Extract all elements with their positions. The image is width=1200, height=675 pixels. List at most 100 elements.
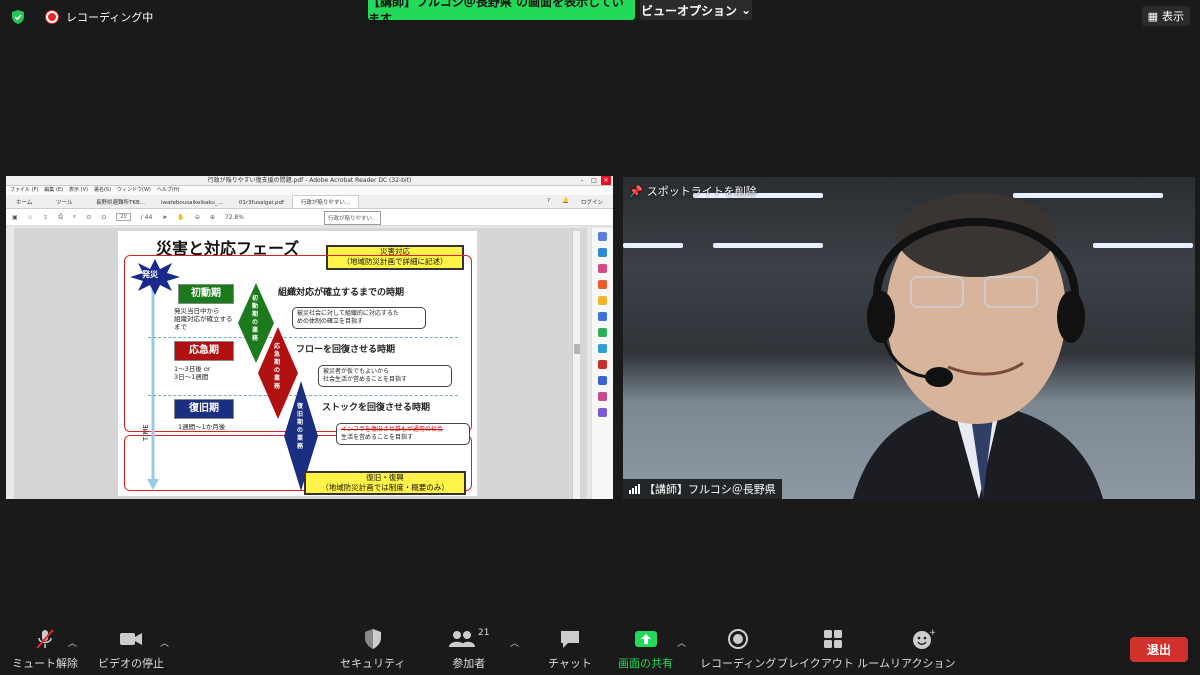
chat-button[interactable]: チャット — [548, 628, 592, 671]
video-camera-icon — [120, 633, 142, 645]
more-tools-icon[interactable] — [598, 408, 607, 417]
microphone-muted-icon — [36, 629, 54, 649]
security-shield-icon — [12, 10, 24, 24]
display-button[interactable]: ▦ 表示 — [1141, 6, 1190, 26]
participants-options-caret[interactable]: ︿ — [510, 636, 519, 649]
star-icon[interactable]: ☆ — [28, 214, 33, 221]
page-up-icon[interactable]: ⊙ — [86, 214, 91, 221]
phase3-note: インフラを復旧させ誰もが通常の社会 生活を営めることを目指す — [336, 423, 470, 445]
login-link[interactable]: ログイン — [581, 198, 603, 206]
security-button[interactable]: セキュリティ — [340, 628, 405, 671]
menu-view[interactable]: 表示 (V) — [69, 186, 88, 195]
scrollbar-thumb[interactable] — [574, 344, 580, 354]
scan-icon[interactable] — [598, 344, 607, 353]
participants-button[interactable]: 21 参加者 — [448, 628, 489, 671]
speaker-video[interactable]: 📌 スポットライトを削除 【講師】フルコシ＠長野県 — [623, 177, 1195, 499]
yellow-box-bottom: 復旧・復興 （地域防災計画では制度・概要のみ） — [304, 471, 466, 495]
zoom-out-icon[interactable]: ⊖ — [195, 214, 200, 221]
zoom-in-icon[interactable]: ⊕ — [210, 214, 215, 221]
leave-button[interactable]: 退出 — [1130, 637, 1188, 662]
unmute-button[interactable]: ミュート解除 — [12, 628, 78, 671]
print-icon[interactable]: ⎙ — [58, 213, 63, 221]
combine-icon[interactable] — [598, 312, 607, 321]
tab-doc-3[interactable]: 01r3fusaigai.pdf — [231, 198, 292, 208]
page-number-input[interactable]: 20 — [116, 213, 131, 221]
record-icon — [728, 629, 749, 649]
tab-doc-2[interactable]: iwatebousaikeikaku_... — [153, 198, 231, 208]
page-total: / 44 — [140, 213, 153, 221]
acrobat-titlebar: 行政が陥りやすい復支援の問題.pdf - Adobe Acrobat Reade… — [6, 176, 613, 186]
close-icon[interactable]: ✕ — [601, 176, 611, 185]
menu-help[interactable]: ヘルプ(H) — [157, 186, 180, 195]
form-icon[interactable] — [598, 392, 607, 401]
ceiling-light — [713, 243, 823, 248]
phase1-desc-1: 発災当日中から — [174, 307, 220, 315]
share-options-caret[interactable]: ︿ — [677, 636, 686, 649]
phase1-desc-2: 組織対応が確立する — [174, 315, 233, 323]
phase2-note-1: 被災者が仮でもよいから — [323, 368, 390, 375]
zoom-tool-icon[interactable] — [598, 232, 607, 241]
tab-home[interactable]: ホーム — [8, 196, 48, 208]
menu-file[interactable]: ファイル (F) — [10, 186, 38, 195]
bell-icon[interactable]: 🔔 — [562, 198, 569, 206]
phase-emergency: 応急期 — [174, 341, 234, 361]
audio-options-caret[interactable]: ︿ — [68, 636, 77, 649]
menu-sign[interactable]: 署名(S) — [94, 186, 111, 195]
protect-icon[interactable] — [598, 376, 607, 385]
spotlight-remove[interactable]: 📌 スポットライトを削除 — [629, 183, 757, 199]
vertical-scrollbar[interactable] — [572, 231, 580, 499]
spotlight-label: スポットライトを削除 — [646, 185, 757, 198]
phase2-note-2: 社会生活が営めることを目指す — [323, 376, 408, 383]
fill-sign-icon[interactable] — [598, 360, 607, 369]
phase-recovery-desc: 1週間～1か月後 — [178, 423, 225, 431]
tab-doc-1[interactable]: 長野県避難所TKB... — [88, 196, 153, 208]
participants-label: 参加者 — [452, 657, 486, 670]
comment-icon[interactable] — [598, 296, 607, 305]
reactions-button[interactable]: + リアクション — [890, 628, 955, 671]
menu-window[interactable]: ウィンドウ(W) — [117, 186, 151, 195]
phase1-note-2: めの体制の確立を目指す — [297, 318, 364, 325]
breakout-rooms-button[interactable]: ブレイクアウト ルーム — [777, 628, 890, 671]
view-options-label: ビューオプション — [640, 3, 737, 18]
display-label: 表示 — [1162, 10, 1184, 23]
tab-tools[interactable]: ツール — [48, 196, 88, 208]
upload-icon[interactable]: ⇪ — [43, 214, 48, 221]
edit-pdf-icon[interactable] — [598, 264, 607, 273]
time-arrow — [147, 281, 159, 490]
meeting-toolbar: ミュート解除 ︿ ビデオの停止 ︿ セキュリティ 21 参加者 ︿ チャット 画… — [0, 620, 1200, 675]
unmute-label: ミュート解除 — [12, 657, 78, 670]
phase3-desc-1: 1週間～1か月後 — [178, 423, 226, 431]
diamond-recovery-text: 復旧期の業務 — [297, 403, 304, 450]
phase2-note: 被災者が仮でもよいから 社会生活が営めることを目指す — [318, 365, 452, 387]
minimize-icon[interactable]: – — [577, 176, 587, 185]
create-pdf-icon[interactable] — [598, 248, 607, 257]
left-panel-gutter[interactable] — [6, 228, 14, 499]
view-options-button[interactable]: ビューオプション ⌄ — [640, 0, 752, 20]
tab-doc-active[interactable]: 行政が陥りやすい... — [291, 195, 360, 208]
menu-edit[interactable]: 編集 (E) — [44, 186, 63, 195]
grid-icon: ▦ — [1147, 9, 1158, 23]
hand-icon[interactable]: ✋ — [177, 214, 184, 221]
page-down-icon[interactable]: ⊙ — [101, 214, 106, 221]
chat-bubble-icon — [560, 631, 579, 648]
help-icon[interactable]: ? — [547, 198, 550, 206]
recording-dot-icon — [46, 11, 58, 23]
record-label: レコーディング — [700, 657, 777, 670]
pdf-page: 災害と対応フェーズ 災害対応 （地域防災計画で詳細に記述） TIME 発災 初動… — [118, 231, 477, 496]
stop-video-button[interactable]: ビデオの停止 — [98, 628, 164, 671]
select-cursor-icon[interactable]: ➤ — [162, 214, 167, 221]
share-screen-button[interactable]: 画面の共有 — [618, 628, 673, 671]
maximize-icon[interactable]: □ — [589, 176, 599, 185]
stop-video-label: ビデオの停止 — [98, 657, 164, 670]
zoom-level[interactable]: 72.8% — [225, 214, 244, 221]
divider-1 — [148, 337, 458, 338]
share-banner: 【講師】フルコシ＠長野県 の画面を表示しています — [368, 0, 635, 26]
save-icon[interactable]: ▣ — [12, 214, 18, 221]
phase2-desc-2: 3日～1週間 — [174, 373, 209, 381]
record-button[interactable]: レコーディング — [700, 628, 776, 671]
export-pdf-icon[interactable] — [598, 280, 607, 289]
video-options-caret[interactable]: ︿ — [160, 636, 169, 649]
search-icon[interactable]: ⌕ — [73, 213, 76, 221]
phase2-desc-1: 1～3日後 or — [174, 365, 211, 373]
organize-icon[interactable] — [598, 328, 607, 337]
